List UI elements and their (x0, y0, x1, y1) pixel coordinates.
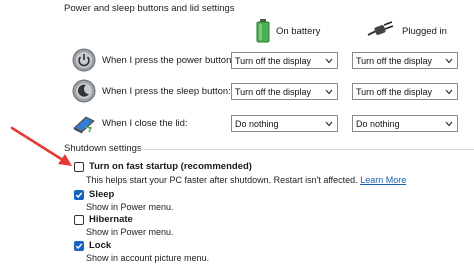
chevron-down-icon (325, 58, 333, 64)
hibernate-checkbox[interactable] (74, 214, 84, 225)
plugged-in-header: Plugged in (366, 18, 447, 44)
lock-label: Lock (89, 240, 112, 251)
power-icon (72, 48, 96, 72)
sleep-button-plugged-select[interactable]: Turn off the display (352, 83, 458, 100)
power-button-battery-value: Turn off the display (235, 55, 312, 66)
sleep-icon (72, 79, 96, 103)
lock-description: Show in account picture menu. (86, 253, 210, 263)
annotation-arrow-icon (10, 126, 72, 166)
checkmark-icon (75, 242, 83, 249)
section-divider (140, 149, 474, 150)
power-button-battery-select[interactable]: Turn off the display (231, 52, 338, 69)
fast-startup-description-line: This helps start your PC faster after sh… (86, 175, 406, 185)
battery-icon (256, 19, 270, 43)
chevron-down-icon (445, 121, 453, 127)
power-button-plugged-value: Turn off the display (356, 55, 433, 66)
chevron-down-icon (445, 89, 453, 95)
chevron-down-icon (325, 89, 333, 95)
on-battery-label: On battery (276, 25, 321, 37)
sleep-checkbox[interactable] (74, 189, 84, 200)
sleep-button-battery-value: Turn off the display (235, 86, 312, 97)
power-button-plugged-select[interactable]: Turn off the display (352, 52, 458, 69)
on-battery-header: On battery (256, 18, 320, 44)
chevron-down-icon (325, 121, 333, 127)
power-section-title: Power and sleep buttons and lid settings (64, 3, 235, 14)
power-button-label: When I press the power button: (102, 54, 235, 66)
sleep-button-plugged-value: Turn off the display (356, 86, 433, 97)
close-lid-label: When I close the lid: (102, 117, 188, 129)
sleep-button-battery-select[interactable]: Turn off the display (231, 83, 338, 100)
fast-startup-label: Turn on fast startup (recommended) (89, 161, 252, 172)
hibernate-option[interactable]: Hibernate (74, 214, 133, 225)
sleep-button-label: When I press the sleep button: (102, 85, 231, 97)
fast-startup-option[interactable]: Turn on fast startup (recommended) (74, 161, 252, 172)
close-lid-battery-value: Do nothing (235, 118, 279, 129)
close-lid-battery-select[interactable]: Do nothing (231, 115, 338, 132)
checkmark-icon (75, 191, 83, 198)
sleep-label: Sleep (89, 189, 115, 200)
hibernate-description: Show in Power menu. (86, 227, 174, 237)
learn-more-link[interactable]: Learn More (360, 175, 406, 185)
fast-startup-description: This helps start your PC faster after sh… (86, 175, 358, 185)
close-lid-plugged-select[interactable]: Do nothing (352, 115, 458, 132)
sleep-description: Show in Power menu. (86, 202, 174, 212)
lock-checkbox[interactable] (74, 240, 84, 251)
plug-icon (367, 21, 394, 36)
plugged-in-label: Plugged in (402, 25, 447, 37)
sleep-option[interactable]: Sleep (74, 189, 114, 200)
close-lid-plugged-value: Do nothing (356, 118, 400, 129)
lock-option[interactable]: Lock (74, 240, 111, 251)
chevron-down-icon (445, 58, 453, 64)
hibernate-label: Hibernate (89, 214, 133, 225)
